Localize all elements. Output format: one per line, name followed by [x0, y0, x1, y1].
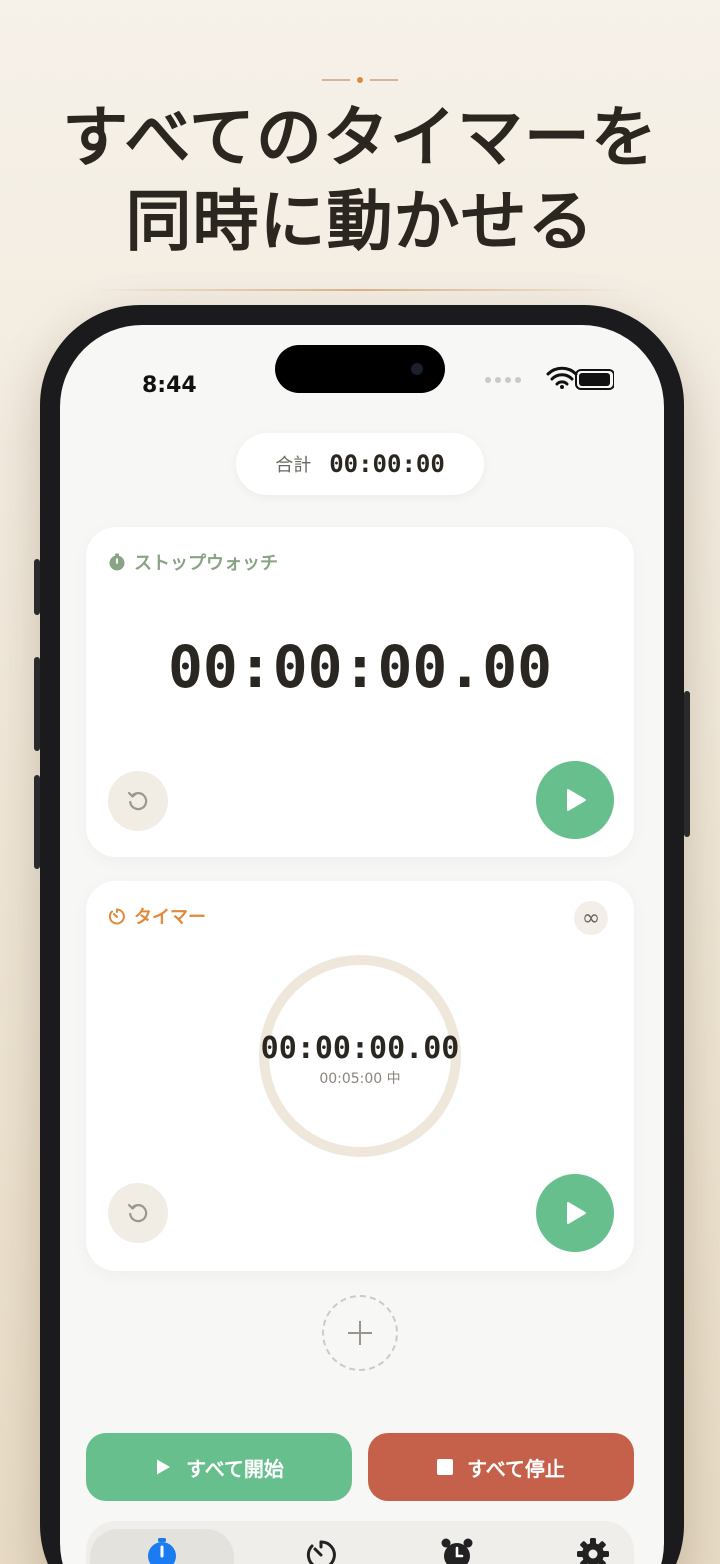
app-screen: 8:44 合計 00:00:00 ストップウォッチ 00:00:00.00 タイ… — [60, 325, 664, 1564]
battery-icon — [575, 369, 614, 390]
play-icon — [567, 789, 586, 811]
timer-subtitle: 00:05:00 中 — [319, 1071, 401, 1087]
signal-dots-icon — [485, 377, 521, 383]
loop-toggle-button[interactable]: ∞ — [574, 901, 608, 935]
reset-icon — [127, 1203, 148, 1223]
timer-title: タイマー — [134, 907, 206, 928]
reset-icon — [127, 791, 148, 811]
headline-line-1: すべてのタイマーを — [62, 99, 658, 176]
tab-timer[interactable] — [252, 1529, 389, 1564]
volume-down-button — [34, 775, 40, 869]
headline-line-2: 同時に動かせる — [125, 183, 595, 260]
gear-icon — [576, 1538, 609, 1564]
tab-bar — [86, 1521, 634, 1564]
timer-reset-button[interactable] — [108, 1183, 168, 1243]
total-value: 00:00:00 — [329, 450, 445, 478]
timer-icon — [108, 908, 125, 925]
tab-settings[interactable] — [524, 1529, 661, 1564]
headline-divider — [90, 289, 630, 291]
tab-alarm[interactable] — [388, 1529, 525, 1564]
total-time-pill: 合計 00:00:00 — [236, 433, 484, 495]
phone-frame: 8:44 合計 00:00:00 ストップウォッチ 00:00:00.00 タイ… — [34, 305, 690, 1564]
timer-play-button[interactable] — [536, 1174, 614, 1252]
stopwatch-icon — [148, 1538, 176, 1564]
alarm-clock-icon — [441, 1538, 472, 1564]
play-icon — [567, 1202, 586, 1224]
start-all-button[interactable]: すべて開始 — [86, 1433, 352, 1501]
stopwatch-title: ストップウォッチ — [134, 553, 278, 574]
stop-all-label: すべて停止 — [467, 1456, 565, 1481]
total-label: 合計 — [275, 455, 312, 476]
tab-stopwatch[interactable] — [90, 1529, 234, 1564]
stopwatch-play-button[interactable] — [536, 761, 614, 839]
stopwatch-reset-button[interactable] — [108, 771, 168, 831]
add-timer-button[interactable] — [322, 1295, 398, 1371]
start-all-label: すべて開始 — [186, 1456, 284, 1481]
dynamic-island — [275, 345, 445, 393]
infinity-icon: ∞ — [581, 905, 601, 931]
timer-header: タイマー — [108, 903, 206, 929]
stopwatch-header: ストップウォッチ — [108, 549, 278, 575]
stopwatch-icon — [109, 553, 125, 571]
volume-up-button — [34, 657, 40, 751]
plus-icon — [348, 1321, 372, 1345]
stopwatch-time: 00:00:00.00 — [167, 633, 553, 701]
marketing-headline: すべてのタイマーを 同時に動かせる — [0, 96, 720, 264]
stopwatch-card[interactable]: ストップウォッチ 00:00:00.00 — [86, 527, 634, 857]
play-icon — [157, 1459, 171, 1475]
status-icons — [485, 366, 614, 390]
timer-icon — [306, 1540, 336, 1564]
stop-all-button[interactable]: すべて停止 — [368, 1433, 634, 1501]
stop-icon — [437, 1459, 454, 1475]
camera-icon — [411, 363, 423, 375]
action-button — [34, 559, 40, 615]
timer-time: 00:00:00.00 — [260, 1031, 460, 1066]
power-button — [684, 691, 690, 837]
timer-card[interactable]: タイマー ∞ 00:00:00.00 00:05:00 中 — [86, 881, 634, 1271]
wifi-icon — [546, 366, 578, 386]
status-time: 8:44 — [142, 373, 197, 398]
header-ornament — [322, 77, 398, 83]
